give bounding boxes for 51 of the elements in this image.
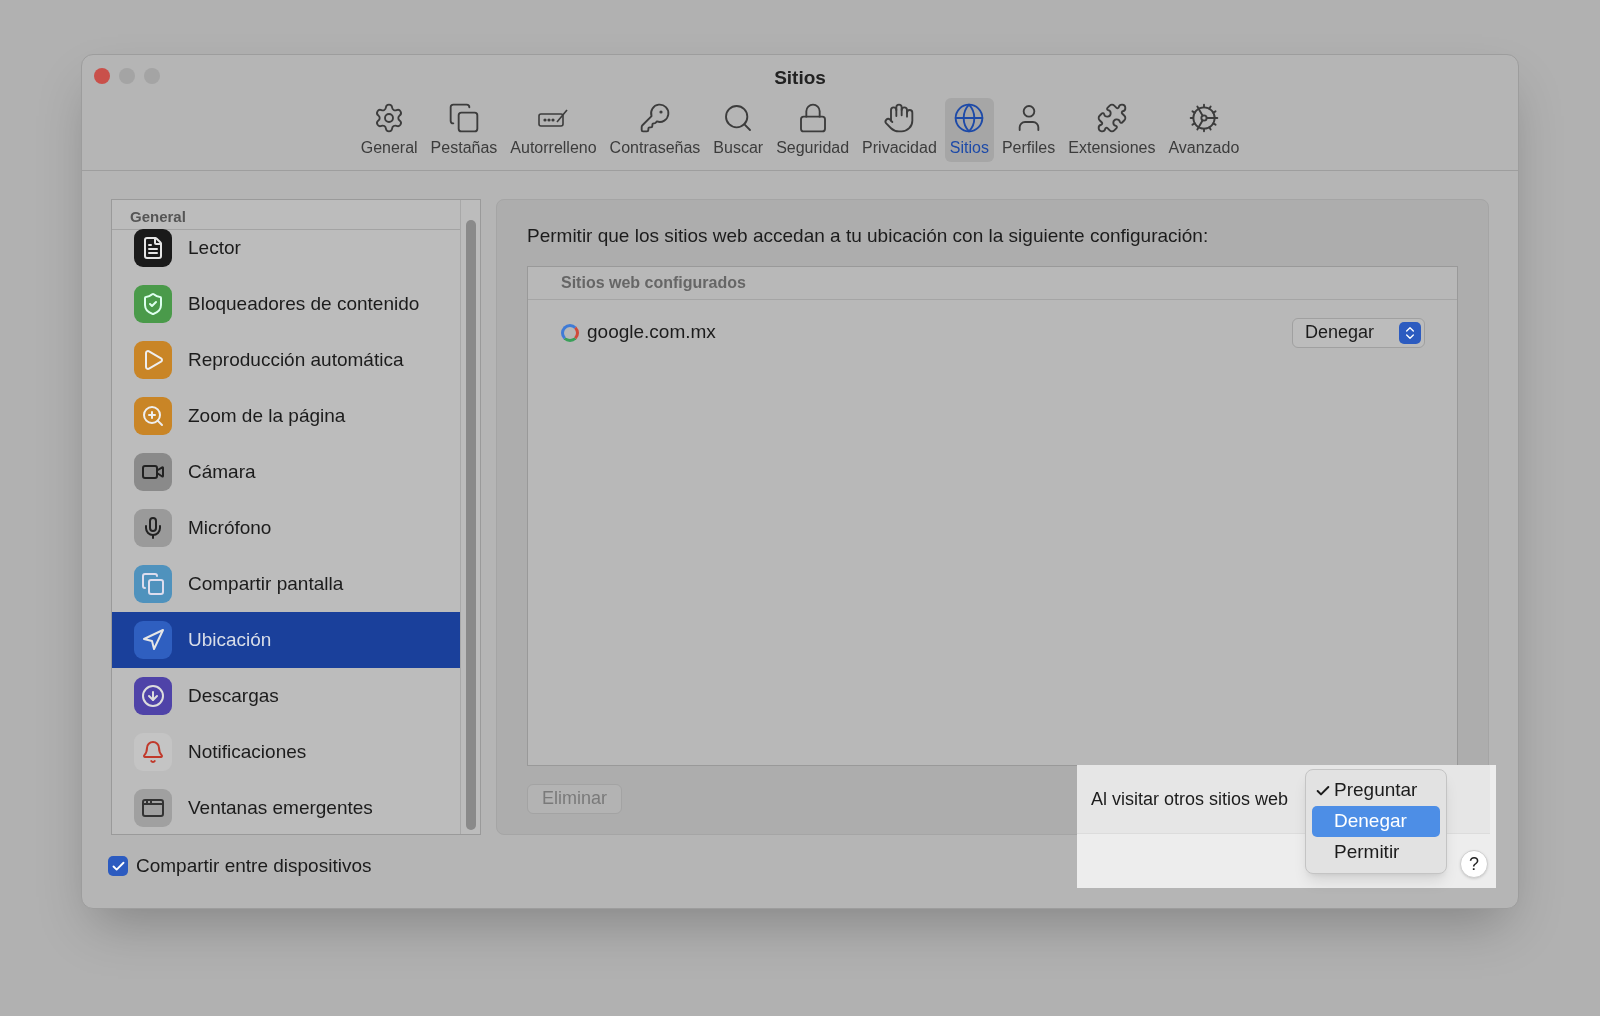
toolbar-tab[interactable]: Extensiones	[1063, 97, 1161, 162]
document-icon	[134, 229, 172, 267]
hand-icon	[883, 101, 916, 134]
sidebar-item[interactable]: Compartir pantalla	[112, 556, 460, 612]
globe-icon	[953, 101, 986, 134]
menu-item[interactable]: Permitir	[1312, 837, 1440, 868]
toolbar-tab[interactable]: Contraseñas	[604, 97, 706, 162]
toolbar-tab[interactable]: Seguridad	[771, 97, 855, 162]
toolbar-tab[interactable]: Buscar	[708, 97, 769, 162]
site-favicon-icon	[561, 323, 579, 342]
stepper-icon	[1399, 321, 1421, 344]
sidebar-item[interactable]: Ubicación	[112, 612, 460, 668]
table-header: Sitios web configurados	[528, 266, 1457, 300]
shield-check-icon	[134, 285, 172, 323]
close-button[interactable]	[94, 68, 110, 84]
sidebar-item[interactable]: Zoom de la página	[112, 388, 460, 444]
sidebar-item[interactable]: Descargas	[112, 668, 460, 724]
checkbox[interactable]	[108, 856, 128, 877]
panel-description: Permitir que los sitios web accedan a tu ubicación con la siguiente configuración:	[527, 224, 1210, 248]
toolbar-tab[interactable]: Perfiles	[996, 97, 1061, 162]
sidebar-item[interactable]: Micrófono	[112, 500, 460, 556]
sidebar-item[interactable]: Cámara	[112, 444, 460, 500]
sidebar-item[interactable]: Notificaciones	[112, 724, 460, 780]
permission-dropdown[interactable]: Denegar	[1292, 317, 1425, 348]
sidebar-item[interactable]: Ventanas emergentes	[112, 780, 460, 834]
overlapping-squares-icon	[447, 101, 480, 134]
download-icon	[134, 677, 172, 715]
windows-icon	[134, 789, 172, 827]
screens-icon	[134, 565, 172, 603]
key-icon	[638, 101, 671, 134]
puzzle-icon	[1095, 101, 1128, 134]
toolbar-tab[interactable]: Autorrelleno	[505, 97, 602, 162]
sidebar-item[interactable]: Bloqueadores de contenido	[112, 276, 460, 332]
bell-icon	[134, 733, 172, 771]
menu-item[interactable]: Preguntar	[1312, 775, 1440, 806]
scrollbar-thumb[interactable]	[465, 220, 476, 830]
help-button[interactable]: ?	[1460, 850, 1488, 878]
window-title: Sitios	[774, 66, 826, 90]
video-camera-icon	[134, 453, 172, 491]
default-setting-label: Al visitar otros sitios web	[1091, 787, 1289, 811]
sidebar-item[interactable]: Reproducción automática	[112, 332, 460, 388]
toolbar-tab[interactable]: Privacidad	[857, 97, 942, 162]
toolbar-tab[interactable]: Avanzado	[1163, 97, 1245, 162]
microphone-icon	[134, 509, 172, 547]
site-name: google.com.mx	[587, 320, 716, 345]
toolbar-tab[interactable]: General	[355, 97, 423, 162]
magnifier-plus-icon	[134, 397, 172, 435]
toolbar-tab[interactable]: Pestañas	[425, 97, 503, 162]
play-icon	[134, 341, 172, 379]
gears-icon	[1187, 101, 1220, 134]
checkbox-label: Compartir entre dispositivos	[136, 854, 372, 878]
